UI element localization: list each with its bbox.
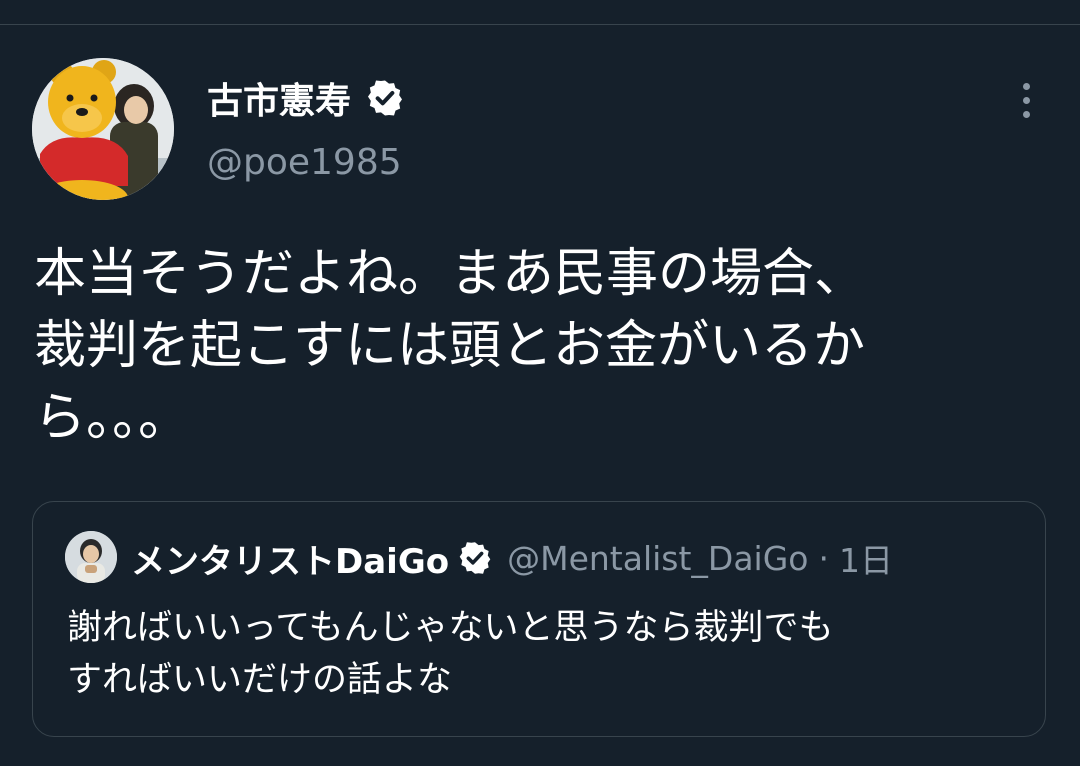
quoted-tweet-card[interactable]: メンタリストDaiGo @Mentalist_DaiGo · 1日 謝ればいいっ… (32, 501, 1046, 737)
more-options-button[interactable] (1008, 78, 1044, 122)
quoted-tweet-text: 謝ればいいってもんじゃないと思うなら裁判でも すればいいだけの話よな (67, 608, 834, 700)
avatar-photo-icon (32, 58, 174, 200)
quoted-tweet-header: メンタリストDaiGo @Mentalist_DaiGo · 1日 (131, 534, 893, 582)
separator-dot: · (818, 538, 829, 578)
quoted-author-avatar[interactable] (65, 531, 117, 583)
more-vertical-icon-dot (1022, 110, 1030, 118)
author-name-row[interactable]: 古市憲寿 (207, 74, 405, 122)
avatar-person-icon (65, 531, 117, 583)
verified-badge-icon (457, 540, 493, 576)
tweet-text: 本当そうだよね。まあ民事の場合、 裁判を起こすには頭とお金がいるか ら。。。 (34, 244, 867, 448)
author-display-name[interactable]: 古市憲寿 (207, 72, 351, 124)
quoted-tweet-timestamp[interactable]: 1日 (839, 534, 893, 582)
more-vertical-icon-dot (1022, 96, 1030, 104)
author-handle[interactable]: @poe1985 (207, 142, 402, 183)
more-vertical-icon (1022, 82, 1030, 90)
quoted-author-display-name[interactable]: メンタリストDaiGo (131, 534, 449, 583)
top-divider (0, 24, 1080, 25)
quoted-author-handle[interactable]: @Mentalist_DaiGo (507, 539, 808, 578)
author-avatar[interactable] (32, 58, 174, 200)
verified-badge-icon (365, 78, 405, 118)
